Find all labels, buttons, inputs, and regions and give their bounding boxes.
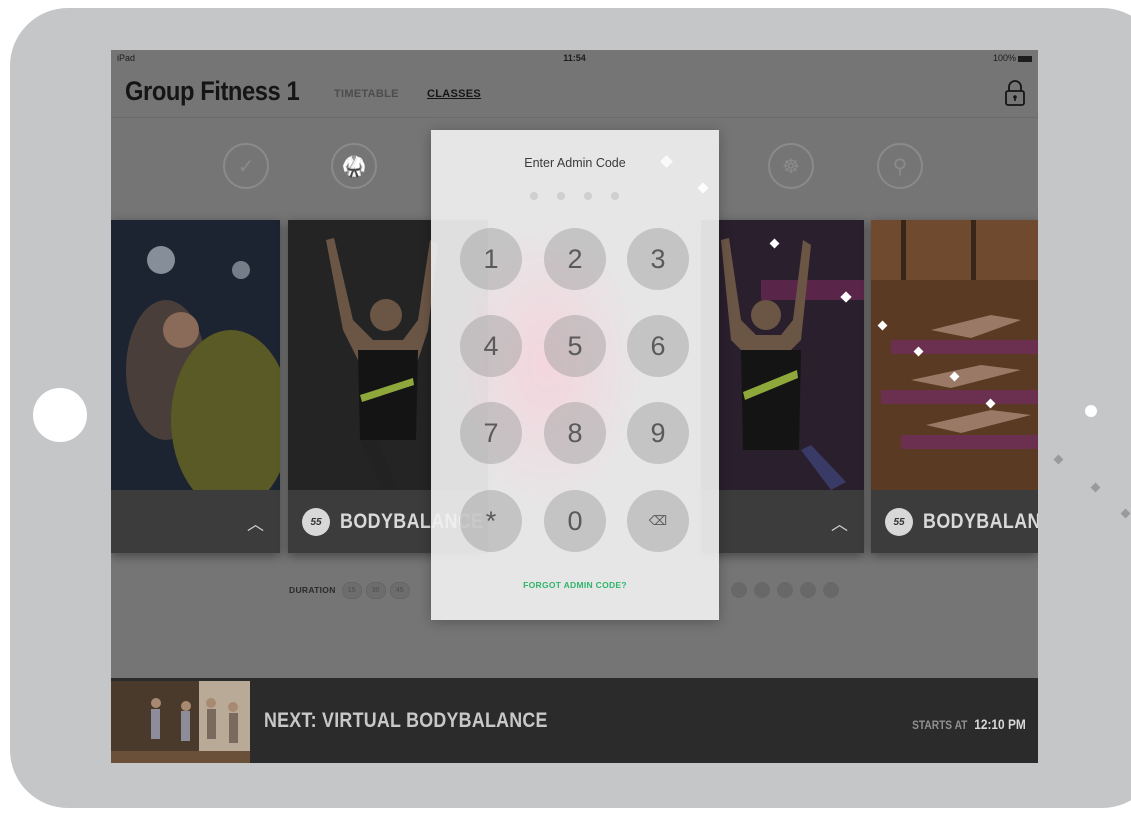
- home-button[interactable]: [33, 388, 87, 442]
- forgot-admin-code-link[interactable]: FORGOT ADMIN CODE?: [431, 580, 719, 590]
- class-card-footer: ︿: [111, 490, 280, 553]
- class-card[interactable]: ︿: [111, 220, 280, 553]
- keypad-key-1[interactable]: 1: [460, 228, 522, 290]
- admin-code-dialog: Enter Admin Code 1 2 3 4 5 6 7 8 9 * 0 ⌫…: [431, 130, 719, 620]
- battery-percent: 100%: [992, 53, 1016, 63]
- clock: 11:54: [563, 53, 586, 63]
- passcode-dots: [530, 192, 638, 200]
- keypad-key-7[interactable]: 7: [460, 402, 522, 464]
- passcode-dot: [611, 192, 619, 200]
- next-class-title: NEXT: VIRTUAL BODYBALANCE: [264, 709, 548, 732]
- next-class-start: STARTS AT 12:10 PM: [912, 716, 1026, 732]
- duration-option[interactable]: 45: [389, 581, 410, 599]
- passcode-dot: [530, 192, 538, 200]
- page-dot[interactable]: [823, 582, 839, 598]
- keypad-key-9[interactable]: 9: [627, 402, 689, 464]
- class-photo: [871, 220, 1038, 490]
- app-header: Group Fitness 1 TIMETABLE CLASSES: [111, 66, 1038, 118]
- page-dot[interactable]: [800, 582, 816, 598]
- class-photo: [111, 220, 280, 490]
- passcode-dot: [557, 192, 565, 200]
- class-card[interactable]: ︿: [701, 220, 864, 553]
- sparkle-decoration: [1085, 405, 1097, 417]
- status-bar: iPad 11:54 100%: [111, 50, 1038, 66]
- keypad-key-star[interactable]: *: [460, 490, 522, 552]
- chevron-up-icon[interactable]: ︿: [831, 510, 848, 535]
- starts-at-time: 12:10 PM: [974, 716, 1026, 732]
- cycling-icon[interactable]: ⚲: [877, 143, 923, 189]
- keypad-key-2[interactable]: 2: [544, 228, 606, 290]
- page-dot[interactable]: [731, 582, 747, 598]
- starts-at-label: STARTS AT: [912, 718, 968, 732]
- page-dot[interactable]: [754, 582, 770, 598]
- duration-filter: DURATION 15 30 45: [289, 581, 414, 599]
- class-photo: [701, 220, 864, 490]
- keypad-key-4[interactable]: 4: [460, 315, 522, 377]
- class-card-footer: ︿: [701, 490, 864, 553]
- passcode-dot: [584, 192, 592, 200]
- keypad-key-0[interactable]: 0: [544, 490, 606, 552]
- chevron-up-icon[interactable]: ︿: [247, 510, 264, 535]
- keypad-key-3[interactable]: 3: [627, 228, 689, 290]
- duration-label: DURATION: [289, 585, 336, 595]
- martial-arts-icon[interactable]: 🥋: [331, 143, 377, 189]
- page-title: Group Fitness 1: [125, 76, 300, 106]
- class-card-footer: 55 BODYBALANCE: [871, 490, 1038, 553]
- duration-option[interactable]: 15: [341, 581, 362, 599]
- app-screen: iPad 11:54 100% Group Fitness 1 TIMETABL…: [111, 50, 1038, 763]
- next-class-bar[interactable]: NEXT: VIRTUAL BODYBALANCE STARTS AT 12:1…: [111, 678, 1038, 763]
- dialog-title: Enter Admin Code: [524, 156, 626, 170]
- duration-badge: 55: [302, 508, 330, 536]
- meditation-icon[interactable]: ☸: [768, 143, 814, 189]
- duration-badge: 55: [885, 508, 913, 536]
- check-icon[interactable]: ✓: [223, 143, 269, 189]
- duration-option[interactable]: 30: [365, 581, 386, 599]
- keypad-key-6[interactable]: 6: [627, 315, 689, 377]
- pagination-dots: [731, 582, 846, 598]
- class-name: BODYBALANCE: [923, 510, 1038, 533]
- next-class-thumbnail: [111, 681, 250, 763]
- battery-indicator: 100%: [993, 53, 1032, 63]
- backspace-icon[interactable]: ⌫: [627, 490, 689, 552]
- page-dot[interactable]: [777, 582, 793, 598]
- lock-icon[interactable]: [1004, 80, 1026, 106]
- tab-timetable[interactable]: TIMETABLE: [334, 88, 399, 100]
- battery-icon: [1018, 55, 1032, 62]
- class-card[interactable]: 55 BODYBALANCE: [871, 220, 1038, 553]
- keypad-key-8[interactable]: 8: [544, 402, 606, 464]
- keypad-key-5[interactable]: 5: [544, 315, 606, 377]
- tab-classes[interactable]: CLASSES: [427, 88, 481, 100]
- header-divider: [111, 117, 1038, 118]
